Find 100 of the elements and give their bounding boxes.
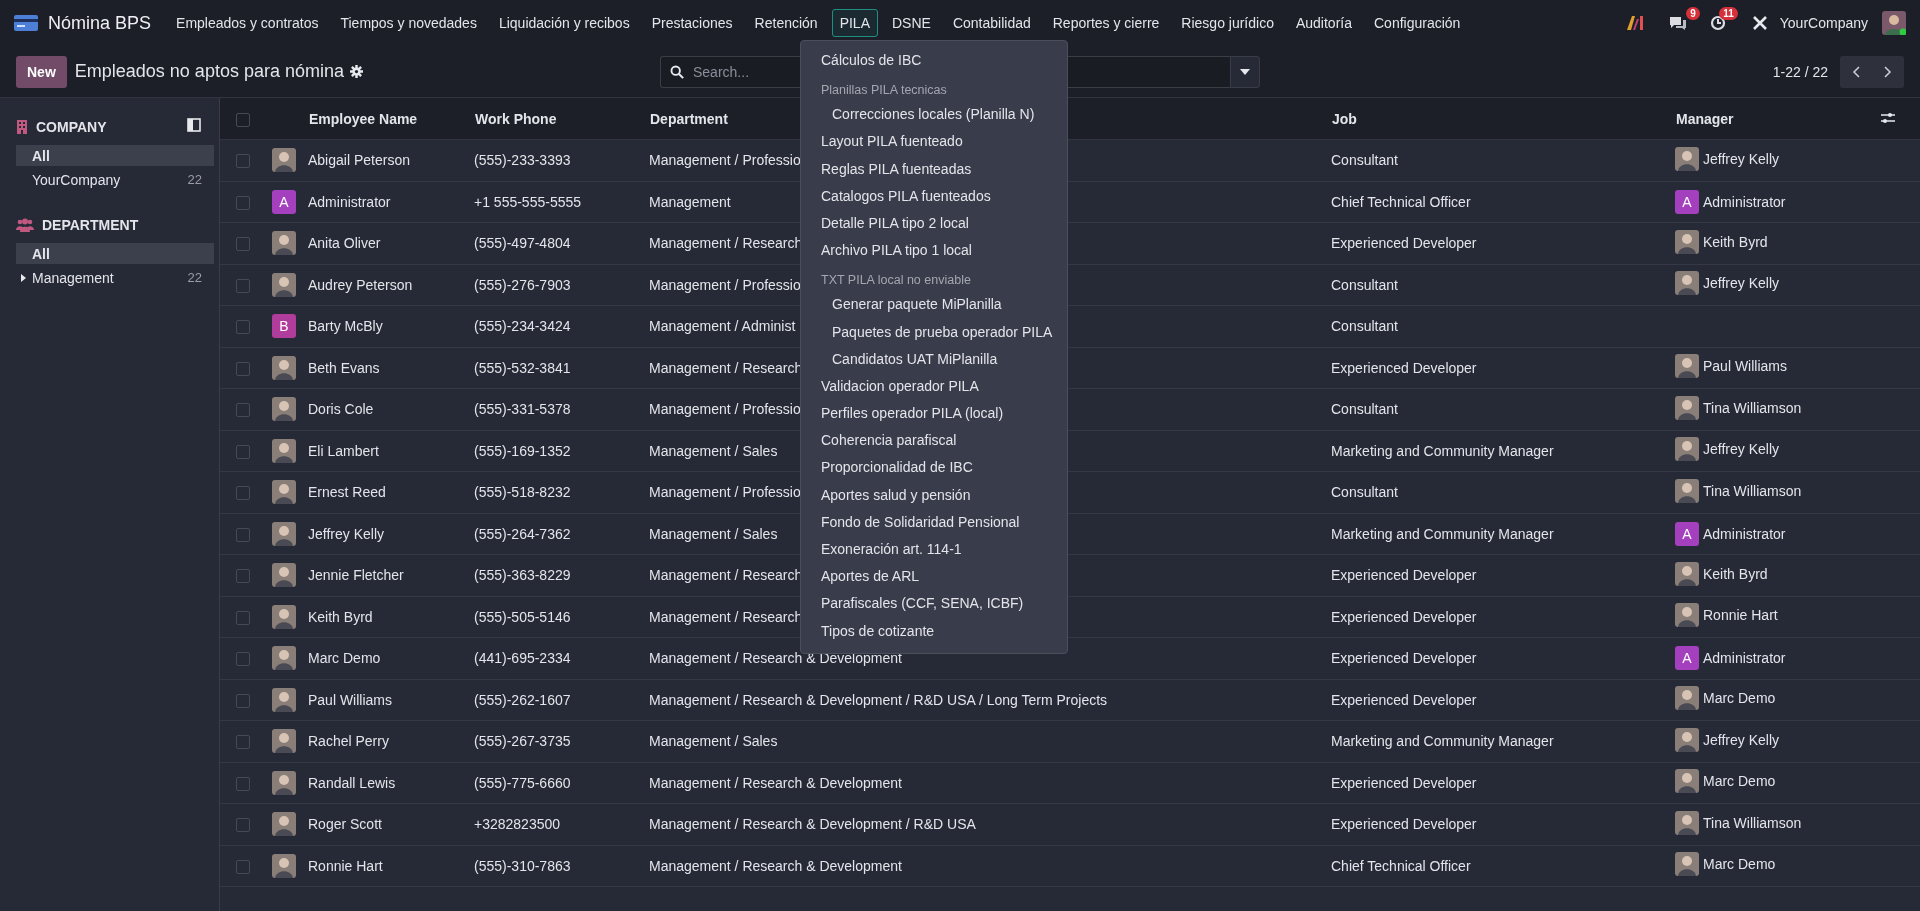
table-cell: Consultant	[1331, 264, 1675, 306]
table-cell: Management / Professio	[649, 401, 801, 418]
manager-name: Tina Williamson	[1703, 814, 1802, 831]
table-cell: Experienced Developer	[1331, 347, 1675, 389]
table-cell: Abigail Peterson	[308, 139, 474, 181]
table-cell: Management / Research	[649, 235, 803, 252]
table-cell: Management / Sales	[649, 442, 778, 459]
table-cell: +1 555-555-5555	[474, 181, 649, 223]
manager-name: Ronnie Hart	[1703, 607, 1778, 624]
table-cell: Marketing and Community Manager	[1331, 513, 1675, 555]
chat-count-badge: 9	[1686, 7, 1700, 20]
table-cell: Doris Cole	[308, 388, 474, 430]
table-cell: (555)-310-7863	[474, 845, 649, 887]
table-cell: Management / Research & Development	[649, 857, 902, 874]
manager-name: Marc Demo	[1703, 856, 1776, 873]
table-cell: Experienced Developer	[1331, 637, 1675, 679]
avatar: A	[1675, 189, 1699, 214]
table-cell: Consultant	[1331, 388, 1675, 430]
table-cell: Audrey Peterson	[308, 264, 474, 306]
table-cell: (555)-331-5378	[474, 388, 649, 430]
table-cell: Marc Demo	[308, 637, 474, 679]
manager-name: Administrator	[1703, 193, 1786, 210]
avatar: A	[1675, 521, 1699, 546]
manager-name: Tina Williamson	[1703, 399, 1802, 416]
manager-name: Administrator	[1703, 525, 1786, 542]
table-cell: Management / Research	[649, 567, 803, 584]
table-cell: Paul Williams	[308, 679, 474, 721]
table-cell: Administrator	[308, 181, 474, 223]
table-cell: Management / Professio	[649, 152, 801, 169]
table-cell: Anita Oliver	[308, 222, 474, 264]
table-cell: (555)-264-7362	[474, 513, 649, 555]
table-cell: Rachel Perry	[308, 720, 474, 762]
table-cell: Ronnie Hart	[308, 845, 474, 887]
table-cell: (555)-505-5146	[474, 596, 649, 638]
table-cell: (555)-363-8229	[474, 554, 649, 596]
table-cell: (555)-276-7903	[474, 264, 649, 306]
table-cell: Consultant	[1331, 471, 1675, 513]
manager-name: Marc Demo	[1703, 690, 1776, 707]
filter-section-title: COMPANY	[36, 119, 107, 135]
menu-section-header: TXT PILA local no enviable	[820, 272, 972, 290]
table-cell: Management / Sales	[649, 733, 778, 750]
table-cell: Consultant	[1331, 305, 1675, 347]
menu-section-header: Planillas PILA tecnicas	[820, 82, 948, 100]
table-cell: (555)-233-3393	[474, 139, 649, 181]
activity-count-badge: 11	[1719, 7, 1738, 20]
table-cell: (555)-267-3735	[474, 720, 649, 762]
manager-name: Jeffrey Kelly	[1703, 731, 1779, 748]
table-cell: Management / Research & Development / R&D USA	[649, 816, 976, 833]
table-cell: Management / Research & Development / R&D USA / Long Term Projects	[649, 691, 1108, 708]
table-cell: (555)-775-6660	[474, 762, 649, 804]
manager-name: Paul Williams	[1703, 358, 1787, 375]
manager-name: Marc Demo	[1703, 773, 1776, 790]
avatar: A	[1675, 646, 1699, 671]
table-cell: Management / Sales	[649, 525, 778, 542]
table-cell: (555)-169-1352	[474, 430, 649, 472]
table-cell: Beth Evans	[308, 347, 474, 389]
table-cell: Marketing and Community Manager	[1331, 720, 1675, 762]
table-cell: Management / Administ	[649, 318, 796, 335]
table-cell: Barty McBly	[308, 305, 474, 347]
table-cell: Management / Research & Development	[649, 774, 902, 791]
manager-name: Keith Byrd	[1703, 565, 1768, 582]
table-cell: Experienced Developer	[1331, 679, 1675, 721]
table-cell: Experienced Developer	[1331, 222, 1675, 264]
table-cell: +3282823500	[474, 803, 649, 845]
table-cell: Keith Byrd	[308, 596, 474, 638]
table-cell: Jennie Fletcher	[308, 554, 474, 596]
table-cell: (555)-518-8232	[474, 471, 649, 513]
table-cell: Consultant	[1331, 139, 1675, 181]
table-cell: (555)-532-3841	[474, 347, 649, 389]
table-cell: Marketing and Community Manager	[1331, 430, 1675, 472]
avatar: A	[272, 189, 296, 214]
filter-section-title: DEPARTMENT	[42, 217, 139, 233]
page-title: Empleados no aptos para nómina	[74, 61, 344, 82]
table-cell: Management	[649, 193, 731, 210]
table-cell: Experienced Developer	[1331, 762, 1675, 804]
manager-name: Keith Byrd	[1703, 233, 1768, 250]
manager-name: Jeffrey Kelly	[1703, 150, 1779, 167]
table-cell: (555)-262-1607	[474, 679, 649, 721]
table-cell: Chief Technical Officer	[1331, 181, 1675, 223]
table-cell: Eli Lambert	[308, 430, 474, 472]
table-cell: Chief Technical Officer	[1331, 845, 1675, 887]
table-cell: Experienced Developer	[1331, 803, 1675, 845]
table-cell: (555)-234-3424	[474, 305, 649, 347]
table-cell: Management / Research	[649, 608, 803, 625]
table-cell: Experienced Developer	[1331, 596, 1675, 638]
table-cell: Management / Professio	[649, 276, 801, 293]
table-cell: Roger Scott	[308, 803, 474, 845]
table-cell: Management / Professio	[649, 484, 801, 501]
table-cell: (441)-695-2334	[474, 637, 649, 679]
manager-name: Jeffrey Kelly	[1703, 441, 1779, 458]
avatar: B	[272, 314, 296, 339]
pager-value: 1-22 / 22	[1772, 63, 1828, 80]
table-cell: Ernest Reed	[308, 471, 474, 513]
table-cell: (555)-497-4804	[474, 222, 649, 264]
manager-name: Jeffrey Kelly	[1703, 275, 1779, 292]
manager-name: Tina Williamson	[1703, 482, 1802, 499]
table-cell: Jeffrey Kelly	[308, 513, 474, 555]
manager-name: Administrator	[1703, 650, 1786, 667]
table-cell: Management / Research	[649, 359, 803, 376]
table-cell: Randall Lewis	[308, 762, 474, 804]
